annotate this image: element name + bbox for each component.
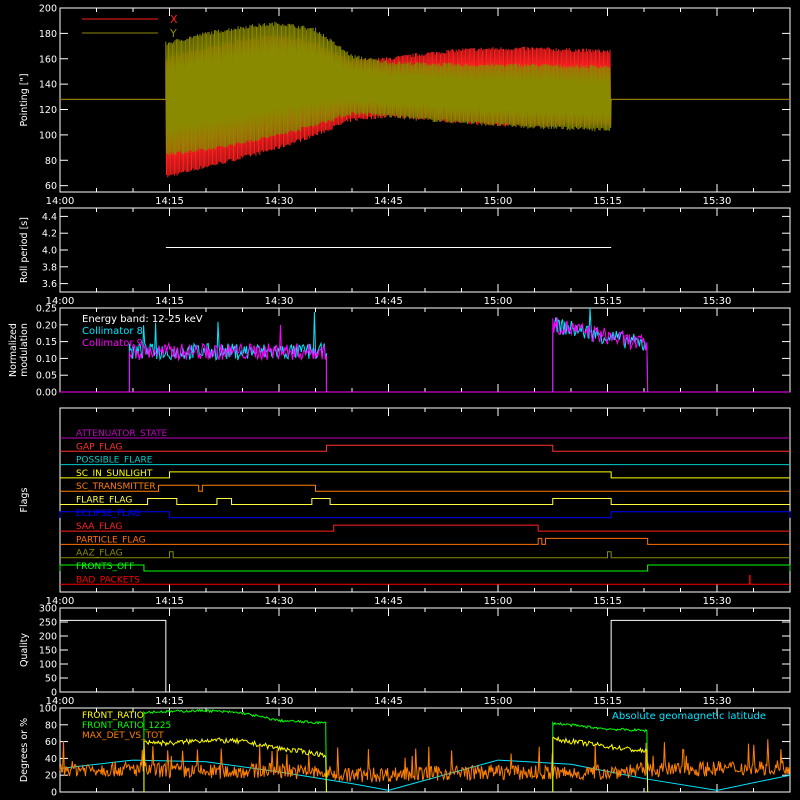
flag-label-fronts_off: FRONTS_OFF bbox=[76, 562, 134, 572]
pointing-x-tick-label: 14:45 bbox=[374, 196, 403, 207]
pointing-y-tick-label: 180 bbox=[39, 29, 57, 40]
ratios-legend-2: MAX_DET_VS_TOT bbox=[82, 731, 164, 741]
pointing-x-tick-label: 15:15 bbox=[593, 196, 622, 207]
pointing-x-tick-label: 14:30 bbox=[265, 196, 294, 207]
flags-x-tick-label: 14:30 bbox=[265, 596, 294, 607]
roll_period-y-tick-label: 4.0 bbox=[42, 246, 57, 257]
modulation-y-label: Normalized bbox=[8, 323, 19, 377]
ratios-y-tick-label: 20 bbox=[45, 771, 57, 782]
ratios-y-tick-label: 80 bbox=[45, 720, 57, 731]
flag-trace-sc_transmitter bbox=[60, 484, 790, 492]
ratios-series-front-ratio bbox=[552, 735, 649, 793]
roll-period-x-tick-label: 14:45 bbox=[374, 296, 403, 307]
roll-period-y-label: Roll period [s] bbox=[19, 217, 30, 283]
modulation-legend-0: Energy band: 12-25 keV bbox=[82, 314, 203, 325]
flag-trace-flare_flag bbox=[60, 498, 790, 505]
ratios-y-tick-label: 60 bbox=[45, 737, 57, 748]
roll_period-y-tick-label: 3.6 bbox=[42, 279, 57, 290]
roll-period-x-tick-label: 14:30 bbox=[265, 296, 294, 307]
modulation-y-tick-label: 0.05 bbox=[36, 371, 57, 382]
modulation-y-tick-label: 0.00 bbox=[36, 388, 57, 399]
quality-x-tick-label: 14:45 bbox=[374, 696, 403, 707]
modulation-y-tick-label: 0.25 bbox=[36, 304, 57, 315]
rhessi-summary-plot: 14:00 14:15 14:30 14:45 15:00 15:15 15:30 60 80 1… bbox=[8, 4, 791, 799]
flag-trace-saa_flag bbox=[60, 524, 790, 532]
flag-trace-particle_flag bbox=[60, 537, 790, 545]
roll-period-x-tick-label: 15:15 bbox=[593, 296, 622, 307]
modulation-y-label: modulation bbox=[19, 323, 30, 377]
roll_period-y-tick-label: 4.2 bbox=[42, 229, 57, 240]
ratios-legend-0: FRONT_RATIO bbox=[82, 711, 144, 721]
pointing-x-tick-label: 14:15 bbox=[155, 196, 184, 207]
quality-y-tick-label: 150 bbox=[39, 646, 57, 657]
modulation-legend-2: Collimator 9 bbox=[82, 338, 143, 349]
flags-y-label: Flags bbox=[19, 487, 30, 512]
quality-y-tick-label: 200 bbox=[39, 632, 57, 643]
quality-y-label: Quality bbox=[19, 633, 30, 667]
flag-trace-fronts_off bbox=[59, 564, 791, 572]
pointing-series-Y bbox=[60, 21, 790, 156]
modulation-legend-1: Collimator 8 bbox=[82, 326, 143, 337]
ratios-y-tick-label: 100 bbox=[39, 704, 57, 715]
ratios-series-front-ratio-1225 bbox=[552, 720, 649, 793]
quality-y-tick-label: 300 bbox=[39, 604, 57, 615]
quality-y-tick-label: 250 bbox=[39, 618, 57, 629]
flags-x-tick-label: 15:15 bbox=[593, 596, 622, 607]
modulation-y-tick-label: 0.15 bbox=[36, 337, 57, 348]
quality-y-tick-label: 100 bbox=[39, 660, 57, 671]
ratios-right-label: Absolute geomagnetic latitude bbox=[612, 711, 766, 722]
modulation-series-collimator-9 bbox=[128, 324, 327, 393]
pointing-y-tick-label: 200 bbox=[39, 4, 57, 15]
ratios-y-tick-label: 0 bbox=[51, 788, 57, 799]
flags-x-tick-label: 15:30 bbox=[703, 596, 732, 607]
quality-y-tick-label: 0 bbox=[51, 688, 57, 699]
roll-period-x-tick-label: 14:15 bbox=[155, 296, 184, 307]
pointing-y-tick-label: 80 bbox=[45, 156, 57, 167]
pointing-x-tick-label: 15:30 bbox=[703, 196, 732, 207]
quality-x-tick-label: 15:15 bbox=[593, 696, 622, 707]
roll_period-y-tick-label: 3.8 bbox=[42, 262, 57, 273]
panels-layer: 14:00 14:15 14:30 14:45 15:00 15:15 15:30 60 80 1… bbox=[8, 4, 791, 799]
pointing-y-tick-label: 140 bbox=[39, 80, 57, 91]
quality-x-tick-label: 15:00 bbox=[484, 696, 513, 707]
quality-x-tick-label: 15:30 bbox=[703, 696, 732, 707]
quality-line bbox=[60, 619, 790, 693]
pointing-legend-label-Y: Y bbox=[169, 27, 177, 40]
flags-x-tick-label: 14:15 bbox=[155, 596, 184, 607]
flag-trace-sc_in_sunlight bbox=[60, 471, 790, 479]
ratios-legend-1: FRONT_RATIO_1225 bbox=[82, 721, 171, 731]
flag-trace-gap_flag bbox=[60, 444, 790, 452]
flag-label-eclipse_flag: ECLIPSE_FLAG bbox=[76, 509, 140, 519]
pointing-y-tick-label: 120 bbox=[39, 105, 57, 116]
pointing-legend-label-X: X bbox=[170, 13, 178, 26]
pointing-y-tick-label: 160 bbox=[39, 54, 57, 65]
modulation-y-tick-label: 0.10 bbox=[36, 354, 57, 365]
pointing-y-label: Pointing ["] bbox=[19, 73, 30, 126]
quality-y-tick-label: 50 bbox=[45, 674, 57, 685]
flag-trace-eclipse_flag bbox=[59, 511, 791, 519]
ratios-y-label: Degrees or % bbox=[19, 718, 30, 782]
pointing-y-tick-label: 100 bbox=[39, 130, 57, 141]
pointing-x-tick-label: 15:00 bbox=[484, 196, 513, 207]
flag-trace-aaz_flag bbox=[60, 551, 790, 559]
quality-x-tick-label: 14:15 bbox=[155, 696, 184, 707]
flags-frame bbox=[59, 407, 791, 593]
ratios-series-front-ratio-1225 bbox=[143, 708, 327, 793]
pointing-y-tick-label: 60 bbox=[45, 181, 57, 192]
roll-period-frame bbox=[59, 207, 791, 293]
ratios-y-tick-label: 40 bbox=[45, 754, 57, 765]
quality-x-tick-label: 14:30 bbox=[265, 696, 294, 707]
roll_period-y-tick-label: 4.4 bbox=[42, 212, 57, 223]
roll-period-x-tick-label: 15:00 bbox=[484, 296, 513, 307]
flags-x-tick-label: 15:00 bbox=[484, 596, 513, 607]
modulation-series-collimator-8 bbox=[552, 307, 649, 393]
flags-x-tick-label: 14:45 bbox=[374, 596, 403, 607]
modulation-y-tick-label: 0.20 bbox=[36, 320, 57, 331]
roll-period-x-tick-label: 15:30 bbox=[703, 296, 732, 307]
pointing-x-tick-label: 14:00 bbox=[46, 196, 75, 207]
